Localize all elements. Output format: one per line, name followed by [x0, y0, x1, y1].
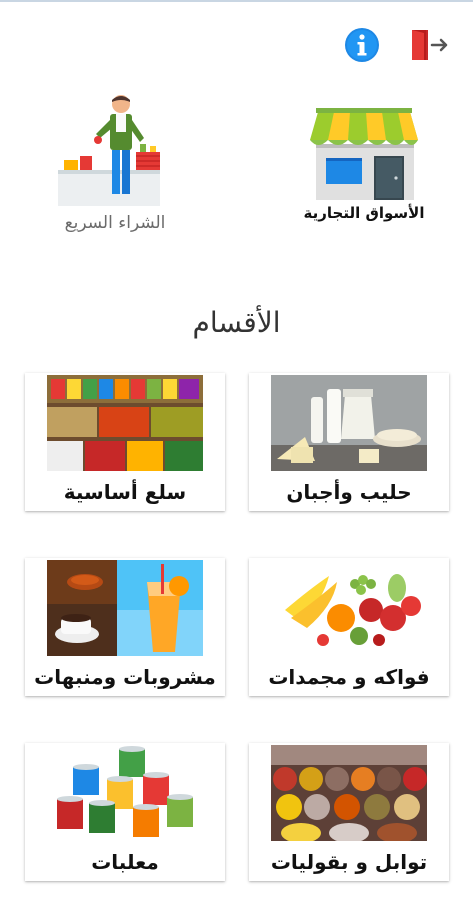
quick-buy-shortcut[interactable]: الشراء السريع	[50, 94, 180, 240]
quick-buy-label: الشراء السريع	[64, 213, 166, 233]
groceries-image	[47, 375, 203, 471]
category-label: معلبات	[91, 850, 159, 874]
exit-door-icon[interactable]	[410, 27, 450, 63]
fruits-image	[271, 560, 427, 656]
category-card-dairy[interactable]: حليب وأجبان	[249, 373, 449, 511]
category-card-drinks[interactable]: مشروبات ومنبهات	[25, 558, 225, 696]
markets-label: الأسواق التجارية	[303, 204, 425, 222]
category-label: حليب وأجبان	[286, 480, 412, 504]
shopkeeper-icon	[58, 95, 160, 206]
sections-title: الأقسام	[192, 306, 281, 339]
category-card-groceries[interactable]: سلع أساسية	[25, 373, 225, 511]
category-label: توابل و بقوليات	[270, 850, 428, 874]
store-icon	[310, 108, 418, 200]
spices-image	[271, 745, 427, 841]
category-label: سلع أساسية	[63, 480, 187, 504]
markets-shortcut[interactable]: الأسواق التجارية	[296, 104, 432, 232]
category-label: مشروبات ومنبهات	[34, 665, 216, 689]
top-border	[0, 0, 473, 2]
drinks-image	[47, 560, 203, 656]
category-label: فواكه و مجمدات	[268, 665, 430, 689]
category-card-fruits[interactable]: فواكه و مجمدات	[249, 558, 449, 696]
category-card-spices[interactable]: توابل و بقوليات	[249, 743, 449, 881]
category-card-canned[interactable]: معلبات	[25, 743, 225, 881]
dairy-image	[271, 375, 427, 471]
canned-goods-image	[47, 745, 203, 841]
info-icon[interactable]	[344, 27, 380, 63]
